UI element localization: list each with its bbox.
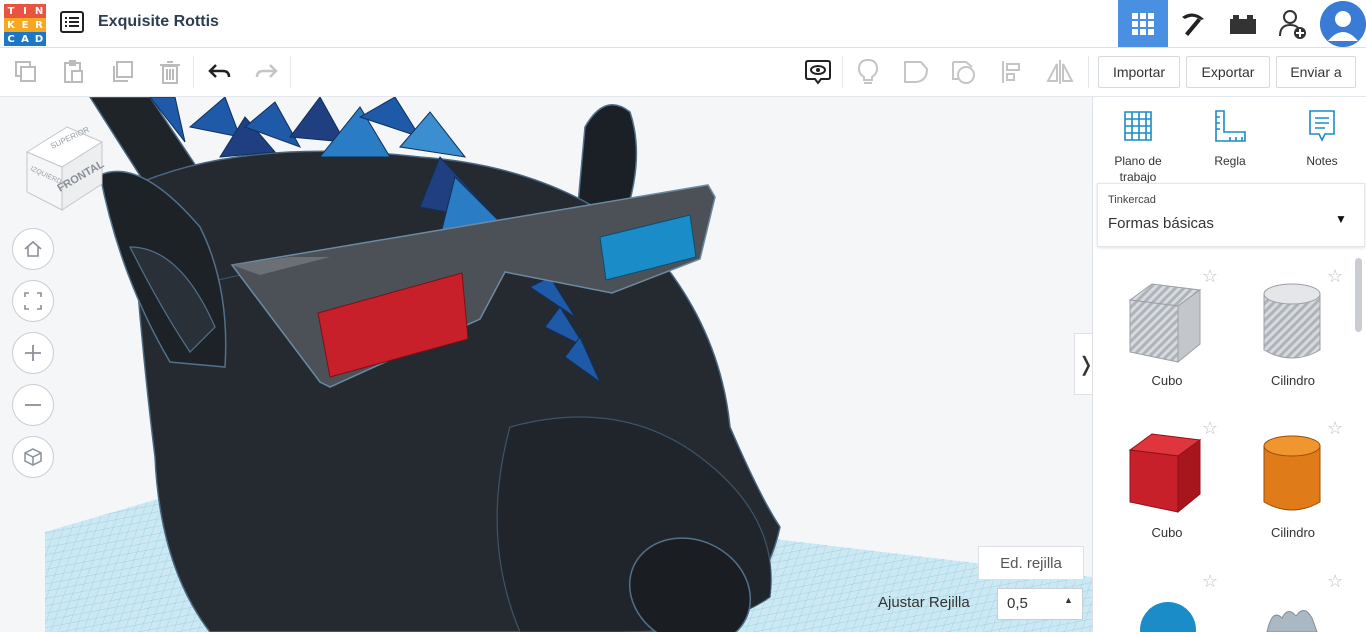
export-button[interactable]: Exportar	[1186, 56, 1270, 88]
project-title[interactable]: Exquisite Rottis	[98, 13, 219, 31]
brick-icon	[1230, 14, 1256, 34]
workplane-icon	[1124, 111, 1152, 141]
edit-grid-button[interactable]: Ed. rejilla	[978, 546, 1084, 580]
user-avatar[interactable]	[1320, 1, 1366, 47]
minus-icon	[25, 404, 41, 406]
toolbar-divider	[193, 56, 194, 88]
copy-icon	[15, 61, 36, 82]
favorite-star-icon[interactable]: ☆	[1327, 266, 1343, 287]
logo-letter: E	[18, 18, 32, 32]
perspective-button[interactable]	[12, 436, 54, 478]
pickaxe-button[interactable]	[1168, 0, 1218, 47]
align-button[interactable]	[996, 56, 1028, 88]
home-view-button[interactable]	[12, 228, 54, 270]
toolbar-divider	[290, 56, 291, 88]
zoom-out-button[interactable]	[12, 384, 54, 426]
favorite-star-icon[interactable]: ☆	[1202, 418, 1218, 439]
snap-grid-value: 0,5	[1007, 595, 1028, 612]
paste-icon	[64, 60, 83, 83]
snap-grid-select[interactable]: 0,5 ▲	[997, 588, 1083, 620]
3d-scene	[45, 97, 1092, 632]
hole-button[interactable]	[948, 56, 980, 88]
zoom-in-button[interactable]	[12, 332, 54, 374]
note-icon	[1309, 110, 1335, 142]
ruler-tool[interactable]: Regla	[1190, 108, 1270, 169]
shape-button[interactable]	[900, 56, 932, 88]
logo-letter: I	[18, 4, 32, 18]
duplicate-icon	[113, 61, 133, 82]
panel-scrollbar[interactable]	[1355, 258, 1362, 332]
favorite-star-icon[interactable]: ☆	[1327, 571, 1343, 592]
shape-label: Cubo	[1151, 525, 1183, 540]
import-button[interactable]: Importar	[1098, 56, 1180, 88]
mirror-button[interactable]	[1044, 56, 1076, 88]
shape-label: Cilindro	[1270, 373, 1316, 388]
shape-label: Cubo	[1151, 373, 1183, 388]
caret-down-icon: ▼	[1335, 212, 1347, 226]
grid-icon	[1132, 12, 1154, 35]
tinkercad-logo[interactable]: T I N K E R C A D	[4, 4, 46, 46]
favorite-star-icon[interactable]: ☆	[1202, 571, 1218, 592]
ruler-label: Regla	[1214, 154, 1246, 168]
send-to-button[interactable]: Enviar a	[1276, 56, 1356, 88]
shape-label: Cilindro	[1270, 525, 1316, 540]
notes-tool[interactable]: Notes	[1282, 108, 1362, 169]
logo-letter: R	[32, 18, 46, 32]
logo-letter: T	[4, 4, 18, 18]
ruler-icon	[1215, 110, 1246, 142]
project-menu-icon[interactable]	[60, 11, 84, 33]
shape-cylinder-hole[interactable]	[1252, 280, 1332, 375]
add-user-button[interactable]	[1268, 0, 1318, 47]
logo-letter: C	[4, 32, 18, 46]
pickaxe-icon	[1182, 12, 1204, 36]
shape-sphere[interactable]	[1138, 598, 1198, 637]
light-button[interactable]	[852, 56, 884, 88]
workplane-tool[interactable]: Plano de trabajo	[1098, 108, 1178, 185]
shape-box-hole[interactable]	[1122, 280, 1212, 375]
favorite-star-icon[interactable]: ☆	[1202, 266, 1218, 287]
library-value: Formas básicas	[1108, 215, 1214, 232]
home-icon	[24, 240, 42, 257]
shape-cylinder[interactable]	[1252, 432, 1332, 527]
undo-button[interactable]	[204, 56, 236, 88]
caret-up-icon: ▲	[1064, 595, 1073, 605]
toolbar-divider	[1088, 56, 1089, 88]
toolbar-divider	[842, 56, 843, 88]
logo-letter: D	[32, 32, 46, 46]
workplane-label: Plano de trabajo	[1114, 154, 1162, 184]
plus-icon	[25, 345, 41, 361]
eye-bubble-icon	[805, 60, 831, 85]
notes-toggle-button[interactable]	[802, 56, 834, 88]
notes-label: Notes	[1306, 154, 1338, 168]
lightbulb-icon	[857, 58, 879, 84]
shape-scribble[interactable]	[1262, 604, 1322, 637]
cube-outline-icon	[24, 448, 42, 466]
view-cube[interactable]: SUPERIOR FRONTAL IZQUIERDA	[22, 122, 112, 217]
paste-button[interactable]	[58, 56, 90, 88]
trash-icon	[160, 61, 180, 84]
3d-design-view-button[interactable]	[1118, 0, 1168, 47]
library-source-label: Tinkercad	[1108, 194, 1156, 206]
redo-button[interactable]	[250, 56, 282, 88]
delete-button[interactable]	[154, 56, 186, 88]
align-icon	[1002, 61, 1020, 83]
redo-icon	[255, 64, 278, 78]
mirror-icon	[1046, 60, 1074, 84]
shape-icon	[904, 61, 929, 83]
fit-view-button[interactable]	[12, 280, 54, 322]
logo-letter: N	[32, 4, 46, 18]
3d-workspace-canvas[interactable]	[0, 97, 1092, 632]
favorite-star-icon[interactable]: ☆	[1327, 418, 1343, 439]
shape-box[interactable]	[1122, 430, 1212, 525]
bricks-button[interactable]	[1218, 0, 1268, 47]
add-user-icon	[1279, 9, 1306, 39]
logo-letter: K	[4, 18, 18, 32]
hole-icon	[952, 61, 975, 84]
fit-icon	[24, 292, 42, 310]
logo-letter: A	[18, 32, 32, 46]
copy-button[interactable]	[10, 56, 42, 88]
snap-grid-label: Ajustar Rejilla	[878, 594, 970, 611]
undo-icon	[208, 64, 231, 78]
duplicate-button[interactable]	[106, 56, 138, 88]
